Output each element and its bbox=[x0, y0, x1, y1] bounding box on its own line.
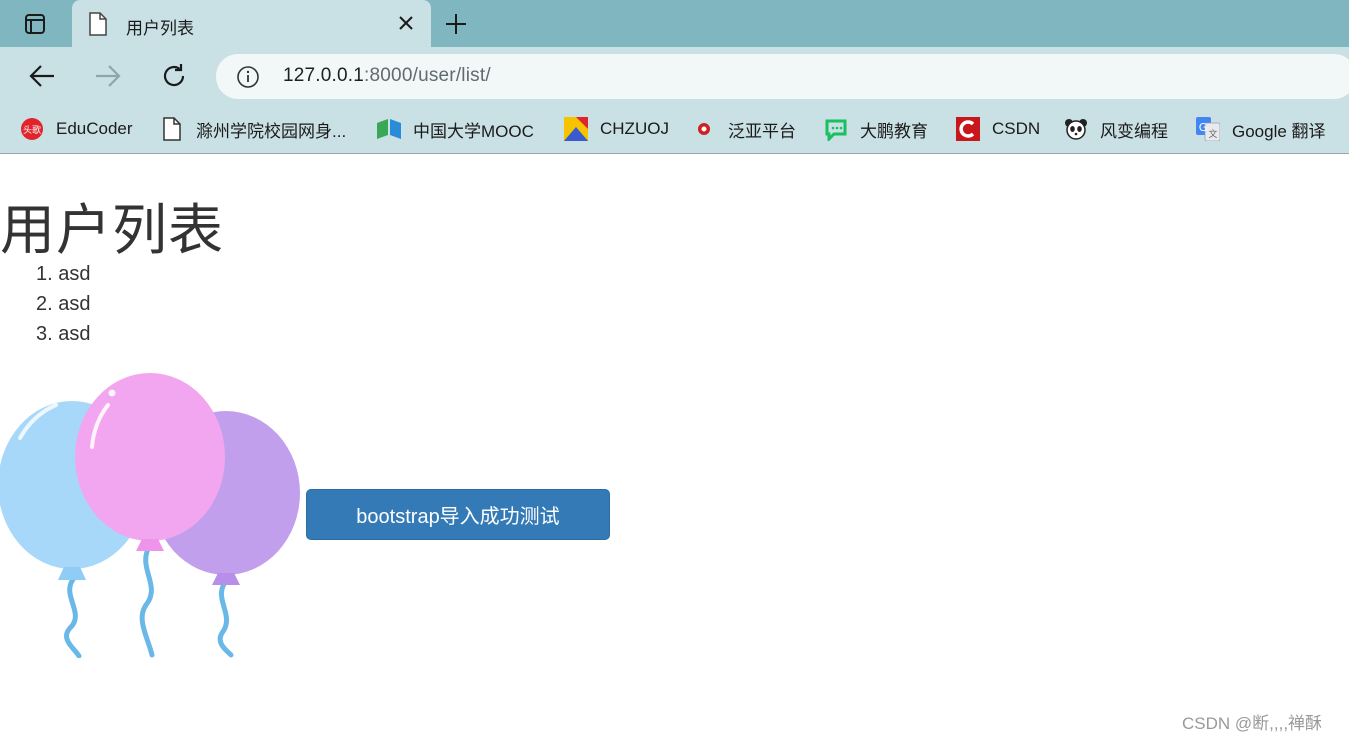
bookmarks-bar: 头歌 EduCoder 滁州学院校园网身... 中国大学MOOC CHZUOJ … bbox=[0, 105, 1349, 154]
svg-text:头歌: 头歌 bbox=[23, 124, 41, 136]
url-path: :8000/user/list/ bbox=[364, 65, 491, 86]
bookmark-fengbian[interactable]: 风变编程 bbox=[1064, 114, 1168, 144]
bookmark-dapeng[interactable]: 大鹏教育 bbox=[824, 114, 928, 144]
address-bar[interactable]: 127.0.0.1:8000/user/list/ bbox=[216, 54, 1349, 99]
close-tab-button[interactable] bbox=[394, 11, 418, 35]
bookmark-label: Google 翻译 bbox=[1232, 121, 1326, 141]
reload-icon bbox=[163, 64, 185, 87]
url-host: 127.0.0.1 bbox=[283, 65, 365, 86]
tab-actions-button[interactable] bbox=[0, 0, 70, 47]
active-tab[interactable]: 用户列表 bbox=[72, 0, 431, 47]
bookmark-label: 泛亚平台 bbox=[728, 121, 796, 141]
list-item: 1. asd bbox=[36, 263, 91, 285]
bookmark-label: 风变编程 bbox=[1100, 121, 1168, 141]
bookmark-csdn[interactable]: CSDN bbox=[956, 114, 1040, 144]
bookmark-chzuoj[interactable]: CHZUOJ bbox=[564, 114, 669, 144]
page-content: 用户列表 1. asd 2. asd 3. asd bootstrap导入成功测… bbox=[0, 155, 1349, 739]
close-icon bbox=[399, 16, 413, 30]
bookmark-label: 滁州学院校园网身... bbox=[196, 121, 347, 141]
page-title: 用户列表 bbox=[0, 199, 225, 261]
mooc-icon bbox=[377, 117, 401, 141]
bookmark-label: EduCoder bbox=[56, 119, 133, 138]
bootstrap-test-button[interactable]: bootstrap导入成功测试 bbox=[306, 489, 610, 540]
site-info-icon[interactable] bbox=[236, 65, 260, 94]
user-list: 1. asd 2. asd 3. asd bbox=[36, 262, 90, 352]
bookmark-educoder[interactable]: 头歌 EduCoder bbox=[20, 114, 133, 144]
new-tab-button[interactable] bbox=[442, 10, 470, 38]
bookmark-label: 中国大学MOOC bbox=[413, 121, 534, 141]
google-translate-icon: G文 bbox=[1196, 117, 1220, 141]
document-icon bbox=[88, 12, 108, 41]
tab-strip: 用户列表 bbox=[0, 0, 1349, 47]
svg-text:G: G bbox=[1199, 121, 1208, 134]
panda-icon bbox=[1064, 117, 1088, 141]
bookmark-label: CHZUOJ bbox=[600, 119, 669, 138]
bookmark-label: CSDN bbox=[992, 119, 1041, 138]
forward-button[interactable] bbox=[92, 60, 124, 92]
csdn-icon bbox=[956, 117, 980, 141]
svg-text:文: 文 bbox=[1208, 128, 1217, 140]
educoder-icon: 头歌 bbox=[20, 117, 44, 141]
navigation-bar: 127.0.0.1:8000/user/list/ bbox=[0, 47, 1349, 105]
back-button[interactable] bbox=[26, 60, 58, 92]
bookmark-chuzhou[interactable]: 滁州学院校园网身... bbox=[160, 114, 346, 144]
back-arrow-icon bbox=[29, 65, 54, 87]
bookmark-fanya[interactable]: 泛亚平台 bbox=[692, 114, 796, 144]
forward-arrow-icon bbox=[96, 65, 121, 87]
url-text[interactable]: 127.0.0.1:8000/user/list/ bbox=[283, 65, 491, 87]
chzuoj-icon bbox=[564, 117, 588, 141]
bookmark-google-translate[interactable]: G文 Google 翻译 bbox=[1196, 114, 1326, 144]
plus-icon bbox=[446, 14, 466, 34]
list-item: 2. asd bbox=[36, 293, 91, 315]
list-item: 3. asd bbox=[36, 323, 91, 345]
document-icon bbox=[160, 117, 184, 141]
bookmark-label: 大鹏教育 bbox=[860, 121, 928, 141]
balloons-image bbox=[0, 373, 300, 658]
reload-button[interactable] bbox=[158, 60, 190, 92]
fanya-icon bbox=[692, 117, 716, 141]
tab-actions-icon bbox=[25, 13, 45, 34]
bookmark-mooc[interactable]: 中国大学MOOC bbox=[377, 114, 534, 144]
dapeng-icon bbox=[824, 117, 848, 141]
tab-title: 用户列表 bbox=[126, 19, 194, 38]
watermark: CSDN @断,,,,禅酥 bbox=[1182, 714, 1323, 733]
